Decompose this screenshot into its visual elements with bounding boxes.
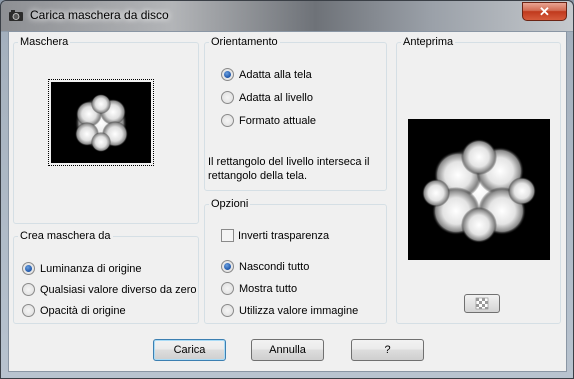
radio-show-all[interactable]: Mostra tutto [221,282,297,295]
radio-label: Nascondi tutto [239,260,310,273]
app-icon [9,10,23,21]
radio-use-image-value[interactable]: Utilizza valore immagine [221,304,358,317]
mask-group-legend: Maschera [20,36,69,48]
radio-label: Mostra tutto [239,282,298,295]
orientation-note: Il rettangolo del livello interseca il r… [208,156,370,182]
cancel-button[interactable]: Annulla [251,339,324,361]
mask-group: Maschera [13,36,199,224]
radio-label: Opacità di origine [40,304,126,317]
invert-transparency-checkbox[interactable]: Inverti trasparenza [221,229,329,242]
radio-label: Adatta al livello [239,91,313,104]
mask-thumbnail[interactable] [48,79,154,166]
options-legend: Opzioni [211,198,249,210]
checkbox-label: Inverti trasparenza [238,229,330,242]
help-button[interactable]: ? [351,339,424,361]
checkerboard-toggle-button[interactable] [464,294,500,313]
radio-source-luminance[interactable]: Luminanza di origine [22,262,142,275]
orientation-legend: Orientamento [211,36,278,48]
mask-cloud-image [51,82,151,163]
radio-label: Luminanza di origine [40,262,142,275]
radio-label: Utilizza valore immagine [239,304,359,317]
radio-source-opacity[interactable]: Opacità di origine [22,304,126,317]
load-button[interactable]: Carica [153,339,226,361]
radio-button[interactable] [221,114,234,127]
radio-button[interactable] [221,91,234,104]
radio-source-nonzero[interactable]: Qualsiasi valore diverso da zero [22,283,197,296]
close-button[interactable]: ✕ [522,2,567,21]
checkbox[interactable] [221,229,234,242]
orientation-group: Orientamento Adatta alla tela Adatta al … [204,36,387,191]
radio-button[interactable] [221,282,234,295]
radio-label: Qualsiasi valore diverso da zero [40,283,197,296]
options-group: Opzioni Inverti trasparenza Nascondi tut… [204,198,387,324]
radio-current-size[interactable]: Formato attuale [221,114,316,127]
radio-button[interactable] [221,304,234,317]
window-title: Carica maschera da disco [30,8,169,22]
radio-button[interactable] [22,283,35,296]
radio-label: Adatta alla tela [239,68,312,81]
radio-button-selected[interactable] [221,260,234,273]
preview-image [408,119,550,260]
dialog-client: Maschera Crea maschera da Luminanza di o… [8,31,567,372]
preview-legend: Anteprima [403,36,454,48]
create-mask-group: Crea maschera da Luminanza di origine Qu… [13,230,199,324]
preview-cloud-image [408,119,550,260]
radio-fit-layer[interactable]: Adatta al livello [221,91,313,104]
title-bar[interactable]: Carica maschera da disco ✕ [1,1,573,31]
radio-label: Formato attuale [239,114,317,127]
radio-button[interactable] [22,304,35,317]
checkerboard-icon [475,297,489,310]
radio-hide-all[interactable]: Nascondi tutto [221,260,309,273]
radio-button-selected[interactable] [22,262,35,275]
create-mask-legend: Crea maschera da [20,230,111,242]
radio-button-selected[interactable] [221,68,234,81]
close-icon: ✕ [539,4,550,19]
radio-fit-canvas[interactable]: Adatta alla tela [221,68,312,81]
dialog-window: Carica maschera da disco ✕ Maschera Crea… [0,0,574,379]
